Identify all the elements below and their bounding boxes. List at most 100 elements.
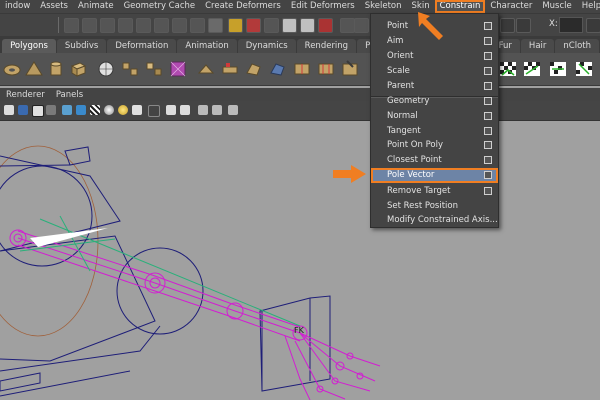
poly-pyramid-icon[interactable] — [24, 59, 44, 79]
light-bulb-icon[interactable] — [118, 105, 128, 115]
option-box-icon[interactable] — [484, 52, 492, 60]
tab-dynamics[interactable]: Dynamics — [237, 39, 296, 53]
uv-checker-icon[interactable] — [498, 59, 518, 79]
uv-relax-icon[interactable] — [574, 59, 594, 79]
option-box-icon[interactable] — [484, 22, 492, 30]
tab-ncloth[interactable]: nCloth — [555, 39, 599, 53]
option-box-icon[interactable] — [484, 37, 492, 45]
option-box-icon[interactable] — [484, 141, 492, 149]
append-poly-icon[interactable] — [244, 59, 264, 79]
snap-grid-icon[interactable] — [64, 18, 79, 33]
option-box-icon[interactable] — [484, 156, 492, 164]
tab-polygons[interactable]: Polygons — [2, 39, 56, 53]
flat-shade-icon[interactable] — [32, 105, 44, 117]
uv-layout-icon[interactable] — [522, 59, 542, 79]
tab-deformation[interactable]: Deformation — [107, 39, 177, 53]
render-settings-icon[interactable] — [300, 18, 315, 33]
split-poly-icon[interactable] — [268, 59, 288, 79]
tab-rendering[interactable]: Rendering — [296, 39, 357, 53]
insert-edge-loop-icon[interactable] — [292, 59, 312, 79]
shadows-icon[interactable] — [132, 105, 142, 115]
menu-window[interactable]: indow — [0, 0, 35, 13]
film-gate-icon[interactable] — [228, 105, 238, 115]
menu-geometry-cache[interactable]: Geometry Cache — [119, 0, 201, 13]
history-icon[interactable] — [154, 18, 169, 33]
snap-point-icon[interactable] — [100, 18, 115, 33]
bridge-icon[interactable] — [220, 59, 240, 79]
option-box-icon[interactable] — [484, 187, 492, 195]
separate-icon[interactable] — [144, 59, 164, 79]
smooth-cube-icon[interactable] — [168, 59, 188, 79]
menu-item-closest-point[interactable]: Closest Point — [371, 153, 498, 167]
poly-sphere-icon[interactable] — [96, 59, 116, 79]
uv-unfold-icon[interactable] — [548, 59, 568, 79]
menu-muscle[interactable]: Muscle — [537, 0, 576, 13]
all-lights-icon[interactable] — [76, 105, 86, 115]
menu-edit-deformers[interactable]: Edit Deformers — [286, 0, 360, 13]
help-question-icon[interactable] — [208, 18, 223, 33]
option-box-icon[interactable] — [484, 112, 492, 120]
menu-item-modify-constrained-axis[interactable]: Modify Constrained Axis... — [371, 213, 498, 227]
cursor-icon[interactable] — [180, 105, 190, 115]
lock-icon[interactable] — [228, 18, 243, 33]
panel-menu-renderer[interactable]: Renderer — [0, 90, 50, 100]
input-field-icon[interactable] — [516, 18, 531, 33]
hypershade-icon[interactable] — [318, 18, 333, 33]
combine-icon[interactable] — [120, 59, 140, 79]
snap-plane-icon[interactable] — [118, 18, 133, 33]
soft-select-icon[interactable] — [264, 18, 279, 33]
sculpt-icon[interactable] — [340, 59, 360, 79]
menu-skeleton[interactable]: Skeleton — [360, 0, 407, 13]
menu-item-normal[interactable]: Normal — [371, 109, 498, 123]
x-input[interactable] — [559, 17, 583, 33]
render-frame-icon[interactable] — [172, 18, 187, 33]
option-box-icon[interactable] — [484, 97, 492, 105]
tab-subdivs[interactable]: Subdivs — [56, 39, 107, 53]
grid-icon[interactable] — [340, 18, 355, 33]
ipr-render-icon[interactable] — [190, 18, 205, 33]
isolate-select-icon[interactable] — [166, 105, 176, 115]
menu-item-remove-target[interactable]: Remove Target — [371, 184, 498, 198]
poly-cylinder-icon[interactable] — [46, 59, 66, 79]
wireframe-icon[interactable] — [4, 105, 14, 115]
poly-cube-icon[interactable] — [68, 59, 88, 79]
menu-item-orient[interactable]: Orient — [371, 49, 498, 63]
menu-assets[interactable]: Assets — [35, 0, 73, 13]
menu-animate[interactable]: Animate — [73, 0, 119, 13]
snap-curve-icon[interactable] — [82, 18, 97, 33]
texture-icon[interactable] — [90, 105, 100, 115]
extrude-icon[interactable] — [196, 59, 216, 79]
option-box-icon[interactable] — [484, 82, 492, 90]
menu-item-point-on-poly[interactable]: Point On Poly — [371, 138, 498, 152]
option-box-icon[interactable] — [484, 67, 492, 75]
tab-animation[interactable]: Animation — [177, 39, 237, 53]
render-view-icon[interactable] — [282, 18, 297, 33]
menu-item-set-rest-position[interactable]: Set Rest Position — [371, 199, 498, 213]
menu-item-scale[interactable]: Scale — [371, 64, 498, 78]
smooth-shade-icon[interactable] — [18, 105, 28, 115]
default-light-icon[interactable] — [62, 105, 72, 115]
menu-item-geometry[interactable]: Geometry — [371, 94, 498, 108]
live-surface-icon[interactable] — [136, 18, 151, 33]
option-box-icon[interactable] — [484, 127, 492, 135]
poly-torus-icon[interactable] — [2, 59, 22, 79]
y-field-icon[interactable] — [586, 18, 600, 33]
menu-item-pole-vector[interactable]: Pole Vector — [371, 168, 498, 183]
shaded-sphere-icon[interactable] — [104, 105, 114, 115]
menu-character[interactable]: Character — [485, 0, 537, 13]
menu-create-deformers[interactable]: Create Deformers — [200, 0, 286, 13]
panel-menu-panels[interactable]: Panels — [50, 90, 88, 100]
viewport-3d[interactable]: FK — [0, 121, 600, 400]
menu-item-parent[interactable]: Parent — [371, 79, 498, 93]
camera-icon[interactable] — [198, 105, 208, 115]
tab-hair[interactable]: Hair — [520, 39, 555, 53]
grid-toggle-icon[interactable] — [354, 18, 369, 33]
menu-item-tangent[interactable]: Tangent — [371, 124, 498, 138]
resolution-gate-icon[interactable] — [212, 105, 222, 115]
magnet-icon[interactable] — [246, 18, 261, 33]
select-mode-icon[interactable] — [500, 18, 515, 33]
offset-edge-loop-icon[interactable] — [316, 59, 336, 79]
menu-help[interactable]: Help — [577, 0, 600, 13]
xray-icon[interactable] — [148, 105, 160, 117]
bounding-box-icon[interactable] — [46, 105, 56, 115]
